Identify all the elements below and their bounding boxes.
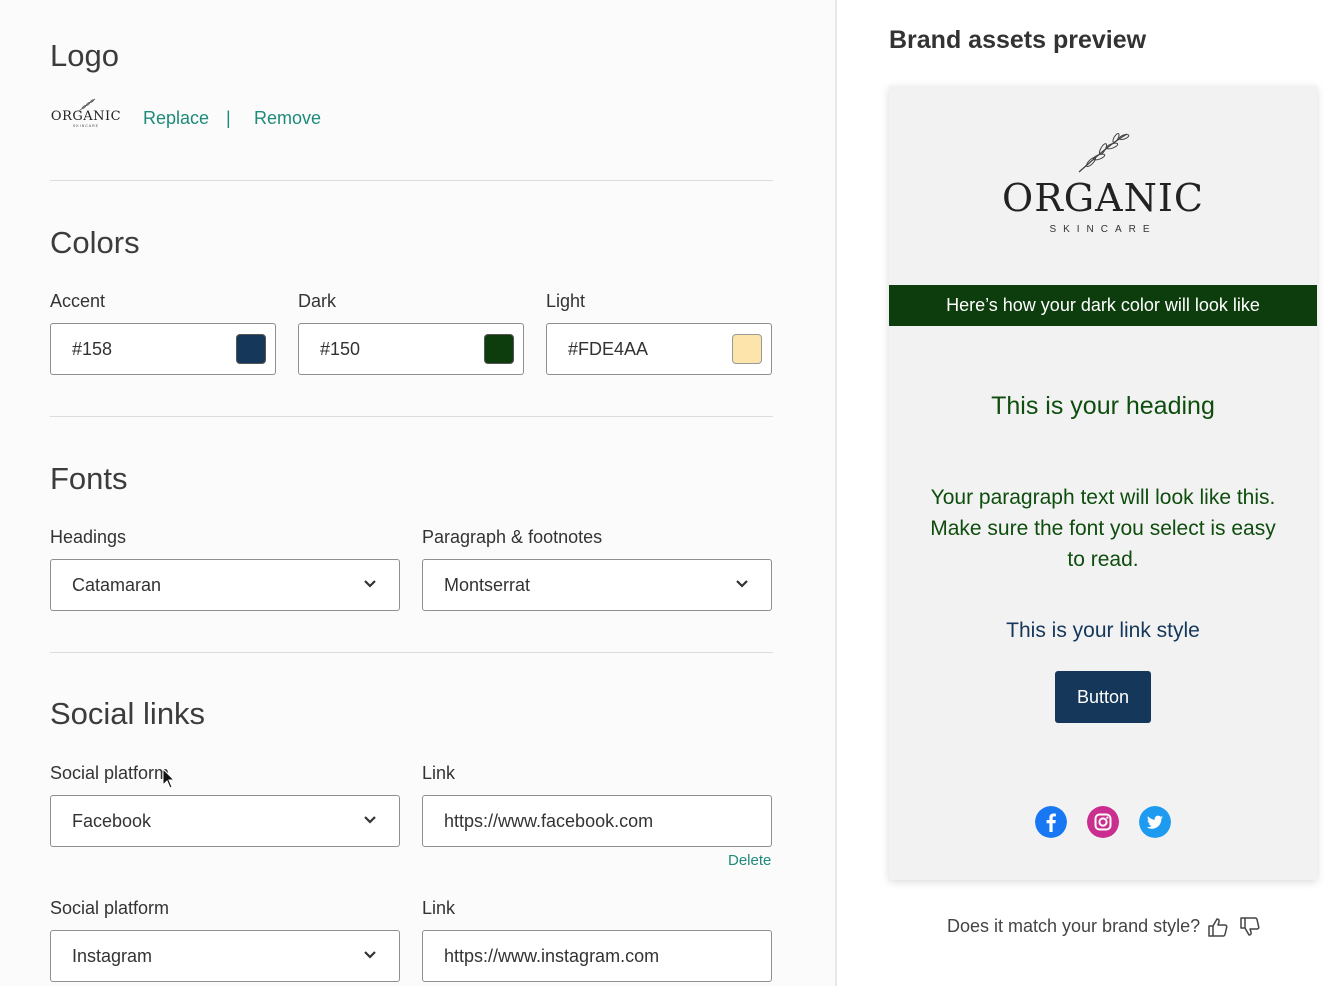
social-platform-label: Social platform: [50, 898, 170, 918]
accent-color-input[interactable]: #158: [50, 323, 276, 375]
delete-social-link-button[interactable]: Delete: [728, 852, 771, 869]
social-platform-select[interactable]: Facebook: [50, 795, 400, 847]
replace-logo-link[interactable]: Replace: [143, 108, 209, 129]
social-platform-value: Instagram: [72, 946, 153, 966]
logo-subtext: SKINCARE: [73, 124, 99, 128]
accent-color-swatch[interactable]: [236, 334, 266, 364]
dark-label: Dark: [298, 291, 337, 311]
chevron-down-icon: [736, 580, 748, 588]
dark-color-input[interactable]: #150: [298, 323, 524, 375]
social-platform-value: Facebook: [72, 811, 152, 831]
preview-logo: ORGANIC SKINCARE: [889, 126, 1317, 235]
thumbs-up-icon[interactable]: [1207, 916, 1229, 938]
social-platform-label: Social platform: [50, 763, 170, 783]
feedback-question: Does it match your brand style?: [947, 916, 1201, 936]
social-link-value: https://www.facebook.com: [444, 811, 654, 831]
instagram-icon[interactable]: [1087, 806, 1119, 838]
headings-label: Headings: [50, 527, 127, 547]
section-divider: [50, 416, 773, 417]
brand-preview-panel: Brand assets preview ORGANIC SKINCARE He…: [837, 0, 1340, 986]
light-label: Light: [546, 291, 586, 311]
logo-thumbnail: ORGANIC SKINCARE: [50, 96, 122, 140]
preview-logo-wordmark: ORGANIC: [1002, 176, 1204, 220]
light-color-input[interactable]: #FDE4AA: [546, 323, 772, 375]
chevron-down-icon: [364, 580, 376, 588]
link-separator: |: [226, 108, 231, 128]
paragraph-font-value: Montserrat: [444, 575, 531, 595]
paragraph-font-select[interactable]: Montserrat: [422, 559, 772, 611]
section-divider: [50, 652, 773, 653]
dark-color-swatch[interactable]: [484, 334, 514, 364]
link-label: Link: [422, 898, 456, 918]
colors-section-title: Colors: [50, 225, 140, 260]
social-link-input[interactable]: https://www.instagram.com: [422, 930, 772, 982]
leaf-icon: [1078, 133, 1130, 173]
social-link-value: https://www.instagram.com: [444, 946, 660, 966]
preview-paragraph: Your paragraph text will look like this.…: [930, 486, 1276, 571]
link-label: Link: [422, 763, 456, 783]
fonts-section-title: Fonts: [50, 461, 128, 496]
leaf-icon: [78, 98, 96, 112]
thumbs-down-icon[interactable]: [1239, 916, 1261, 938]
social-link-input[interactable]: https://www.facebook.com: [422, 795, 772, 847]
dark-color-band: Here’s how your dark color will look lik…: [889, 285, 1317, 326]
headings-font-value: Catamaran: [72, 575, 162, 595]
mouse-cursor-icon: [162, 768, 176, 789]
facebook-icon[interactable]: [1035, 806, 1067, 838]
light-color-value: #FDE4AA: [568, 339, 649, 359]
logo-section-title: Logo: [50, 38, 119, 73]
light-color-swatch[interactable]: [732, 334, 762, 364]
accent-color-value: #158: [72, 339, 113, 359]
preview-card: ORGANIC SKINCARE Here’s how your dark co…: [889, 86, 1317, 880]
preview-title: Brand assets preview: [889, 26, 1147, 54]
dark-color-value: #150: [320, 339, 361, 359]
preview-button[interactable]: Button: [1055, 671, 1151, 723]
preview-logo-subtext: SKINCARE: [1049, 224, 1157, 235]
social-platform-select[interactable]: Instagram: [50, 930, 400, 982]
remove-logo-link[interactable]: Remove: [254, 108, 321, 129]
social-links-section-title: Social links: [50, 696, 206, 731]
preview-link[interactable]: This is your link style: [889, 619, 1317, 643]
preview-heading: This is your heading: [991, 392, 1215, 420]
headings-font-select[interactable]: Catamaran: [50, 559, 400, 611]
paragraph-label: Paragraph & footnotes: [422, 527, 603, 547]
brand-settings-panel: Logo ORGANIC SKINCARE Replace | Remove C…: [0, 0, 836, 986]
section-divider: [50, 180, 773, 181]
accent-label: Accent: [50, 291, 106, 311]
chevron-down-icon: [364, 951, 376, 959]
chevron-down-icon: [364, 816, 376, 824]
twitter-icon[interactable]: [1139, 806, 1171, 838]
